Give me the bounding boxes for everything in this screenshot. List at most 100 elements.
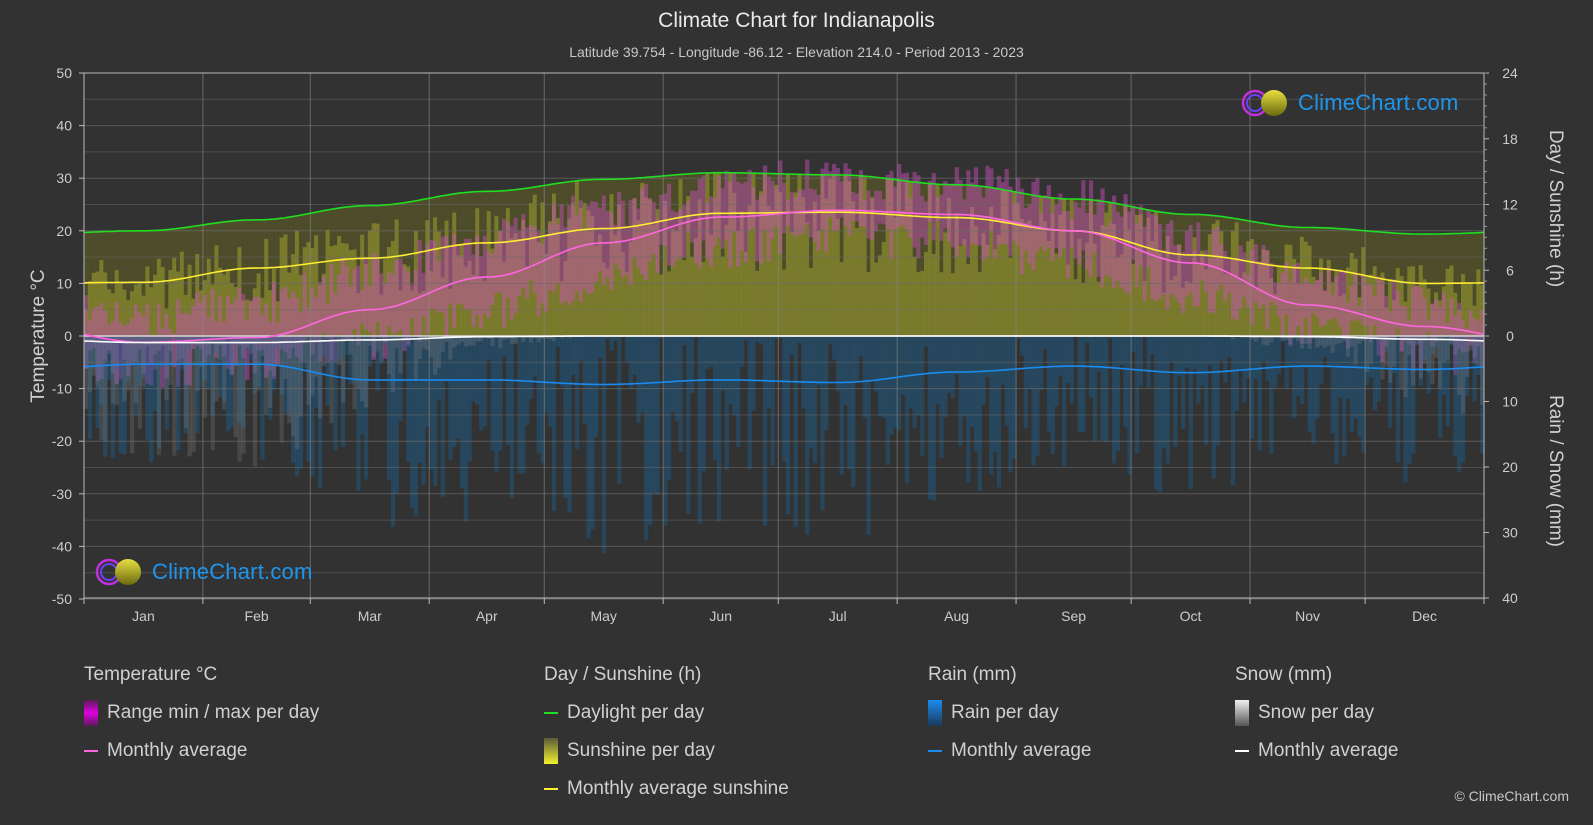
- rain-bar: [532, 336, 538, 377]
- sunshine-bar: [782, 269, 787, 336]
- rain-bar: [555, 336, 561, 348]
- sunshine-bar: [667, 271, 672, 336]
- sunshine-bar: [1054, 253, 1059, 336]
- temp-range-bar: [947, 185, 952, 242]
- snow-bar: [287, 336, 292, 424]
- temp-range-bar: [996, 175, 1002, 245]
- right-tick-label: 40: [1502, 590, 1518, 606]
- rain-bar: [1257, 336, 1262, 451]
- rain-bar: [1085, 336, 1090, 343]
- rain-bar: [862, 336, 867, 418]
- temp-range-bar: [1273, 282, 1278, 306]
- rain-bar: [1196, 336, 1201, 404]
- sunshine-bar: [985, 244, 990, 336]
- temp-range-bar: [1349, 285, 1354, 321]
- rain-bar: [1157, 336, 1163, 493]
- temp-range-swatch: [84, 700, 98, 726]
- rain-bar: [877, 336, 883, 417]
- logo-text: ClimeChart.com: [1298, 90, 1459, 115]
- temp-range-bar: [551, 203, 557, 292]
- temp-range-bar: [713, 198, 718, 247]
- rain-bar: [1019, 336, 1025, 356]
- rain-bar: [939, 336, 944, 458]
- temp-range-bar: [1437, 306, 1443, 336]
- temp-range-bar: [1027, 204, 1032, 264]
- rain-bar: [851, 336, 856, 488]
- temp-range-bar: [831, 163, 837, 232]
- rain-bar: [954, 336, 959, 375]
- rain-bar: [789, 336, 794, 355]
- sunshine-bar: [724, 224, 729, 336]
- temp-range-bar: [885, 174, 890, 230]
- snow-bar: [1322, 336, 1328, 348]
- rain-bar: [766, 336, 771, 409]
- temp-range-bar: [1188, 224, 1193, 293]
- temp-range-bar: [375, 256, 380, 322]
- snow-bar: [248, 336, 254, 354]
- rain-bar: [1238, 336, 1243, 370]
- temp-range-bar: [356, 265, 361, 346]
- sunshine-bar: [912, 257, 917, 336]
- logo-bottom-left[interactable]: ClimeChart.com: [94, 557, 313, 587]
- right-tick-label: 6: [1506, 262, 1514, 278]
- temp-range-bar: [1441, 292, 1447, 337]
- sunshine-bar: [624, 271, 630, 336]
- snow-bar: [1380, 336, 1385, 380]
- temp-range-bar: [463, 238, 468, 310]
- rain-bar: [1250, 336, 1255, 439]
- rain-bar: [805, 336, 810, 535]
- snow-bar: [1345, 336, 1351, 357]
- rain-bar: [908, 336, 913, 409]
- logo-top-right[interactable]: ClimeChart.com: [1240, 88, 1459, 118]
- temp-range-bar: [494, 241, 499, 294]
- rain-bar: [1150, 336, 1155, 355]
- snow-bar: [348, 336, 353, 355]
- month-label: Apr: [476, 608, 498, 624]
- temp-range-bar: [1019, 188, 1025, 275]
- snow-bar: [387, 336, 392, 374]
- rain-bar: [1115, 336, 1121, 452]
- rain-bar: [935, 336, 940, 405]
- legend-label: Snow per day: [1258, 702, 1375, 723]
- left-tick-label: -30: [52, 486, 72, 502]
- rain-bar: [636, 336, 641, 424]
- temp-range-bar: [1292, 264, 1297, 336]
- legend-item-rain-bar: Rain per day: [928, 700, 1091, 726]
- snow-bar: [183, 336, 188, 428]
- snow-bar: [114, 336, 119, 406]
- rain-bar: [808, 336, 814, 448]
- sunshine-bar: [839, 262, 844, 336]
- temp-range-bar: [1131, 205, 1136, 260]
- temp-range-bar: [759, 194, 764, 265]
- rain-bar: [1276, 336, 1282, 375]
- temp-range-bar: [1077, 207, 1082, 265]
- temp-range-bar: [647, 198, 653, 262]
- rain-bar: [1039, 336, 1044, 391]
- month-label: Sep: [1061, 608, 1086, 624]
- temp-range-bar: [597, 207, 603, 272]
- temp-range-bar: [1211, 229, 1216, 313]
- temp-range-bar: [505, 222, 511, 298]
- snow-bar: [1468, 336, 1473, 351]
- rain-bar: [528, 336, 534, 399]
- rain-bar: [479, 336, 484, 431]
- rain-bar: [797, 336, 802, 344]
- rain-bar: [1165, 336, 1170, 464]
- rain-bar: [889, 336, 894, 435]
- temp-range-bar: [1296, 262, 1301, 327]
- snow-bar: [433, 336, 438, 375]
- rain-bar: [1161, 336, 1167, 448]
- temp-range-bar: [824, 162, 829, 252]
- temp-range-bar: [927, 180, 933, 223]
- temp-range-bar: [1299, 283, 1305, 344]
- temp-range-bar: [245, 320, 250, 381]
- snow-avg-swatch: [1235, 750, 1249, 752]
- rain-bar: [843, 336, 848, 406]
- temp-range-bar: [1307, 283, 1312, 344]
- temp-range-bar: [1265, 250, 1270, 330]
- rain-bar: [421, 336, 426, 485]
- climechart-logo-icon: [1241, 89, 1287, 117]
- rain-bar: [1307, 336, 1312, 432]
- month-label: Nov: [1295, 608, 1320, 624]
- temp-range-bar: [1238, 245, 1243, 309]
